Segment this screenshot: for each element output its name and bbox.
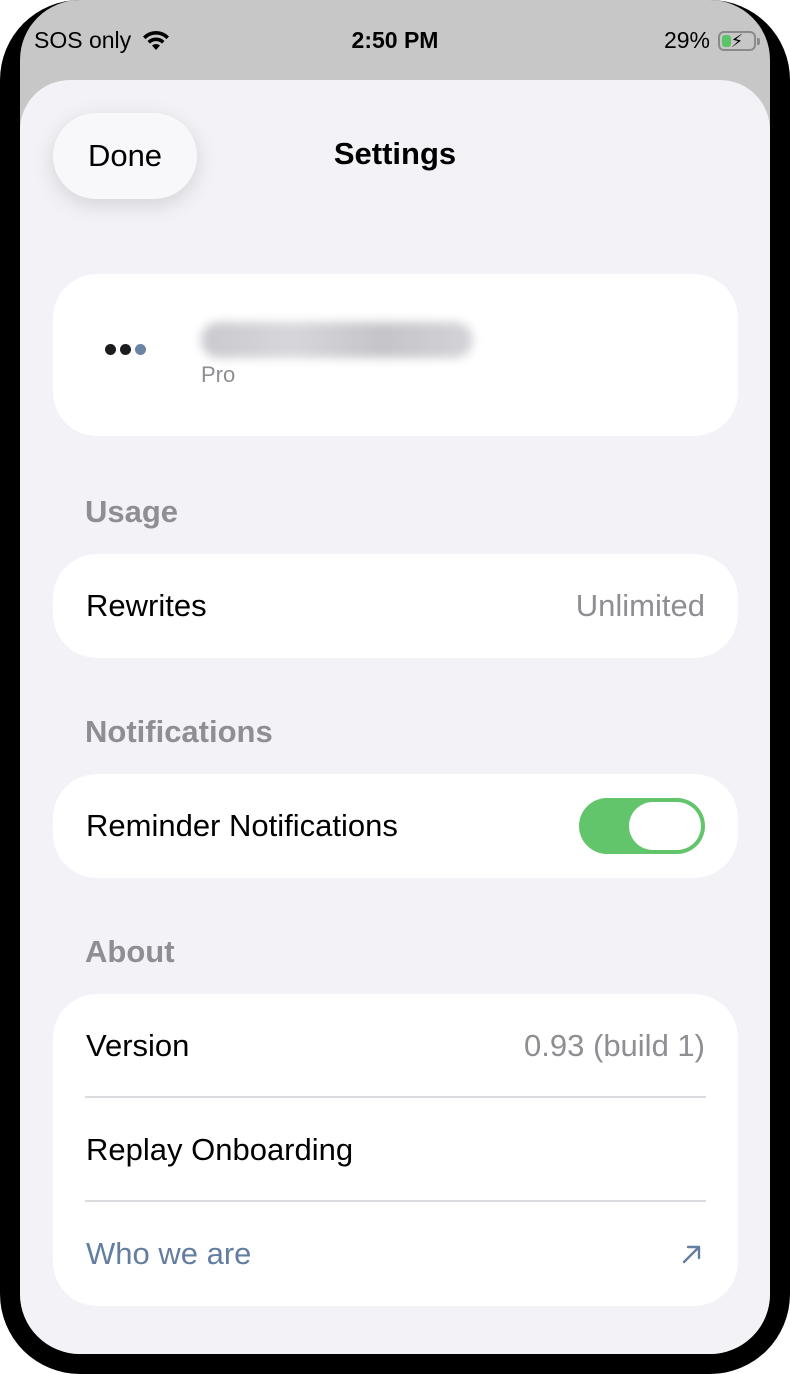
status-bar: SOS only 2:50 PM 29% ⚡ — [20, 0, 770, 80]
screen: SOS only 2:50 PM 29% ⚡ Done Settings Pro… — [20, 0, 770, 1354]
reminder-notifications-toggle[interactable] — [579, 798, 705, 854]
version-value: 0.93 (build 1) — [524, 1028, 705, 1063]
settings-sheet: Done Settings Pro Usage Rewrites Unlimit… — [20, 80, 770, 1354]
battery-tip — [757, 37, 760, 45]
reminder-notifications-row: Reminder Notifications — [53, 774, 738, 878]
version-label: Version — [86, 1028, 190, 1063]
version-row: Version 0.93 (build 1) — [53, 994, 738, 1098]
section-header-about: About — [85, 934, 175, 969]
rewrites-row: Rewrites Unlimited — [53, 554, 738, 658]
section-header-usage: Usage — [85, 494, 179, 529]
status-right: 29% ⚡ — [663, 27, 760, 54]
dot — [135, 344, 146, 355]
usage-card: Rewrites Unlimited — [53, 554, 738, 658]
section-header-notifications: Notifications — [85, 714, 273, 749]
bolt-icon: ⚡ — [730, 30, 744, 51]
replay-onboarding-label: Replay Onboarding — [86, 1132, 354, 1167]
who-we-are-label: Who we are — [86, 1236, 252, 1271]
page-title: Settings — [333, 136, 457, 171]
more-dots-icon — [105, 344, 146, 355]
dot — [120, 344, 131, 355]
account-card[interactable]: Pro — [53, 274, 738, 436]
dot — [105, 344, 116, 355]
account-email-redacted — [201, 322, 473, 358]
replay-onboarding-row[interactable]: Replay Onboarding — [53, 1098, 738, 1202]
who-we-are-row[interactable]: Who we are — [53, 1202, 738, 1306]
rewrites-value: Unlimited — [575, 588, 705, 623]
status-time: 2:50 PM — [351, 27, 439, 53]
account-plan: Pro — [201, 362, 236, 387]
reminder-notifications-label: Reminder Notifications — [86, 808, 398, 843]
battery-charging-icon: ⚡ — [718, 30, 760, 51]
about-card: Version 0.93 (build 1) Replay Onboarding… — [53, 994, 738, 1306]
arrow-up-right-icon — [682, 1245, 701, 1264]
notifications-card: Reminder Notifications — [53, 774, 738, 878]
toggle-knob — [629, 802, 701, 850]
rewrites-label: Rewrites — [86, 588, 207, 623]
battery-percent: 29% — [663, 27, 710, 53]
device-frame: SOS only 2:50 PM 29% ⚡ Done Settings Pro… — [0, 0, 790, 1374]
